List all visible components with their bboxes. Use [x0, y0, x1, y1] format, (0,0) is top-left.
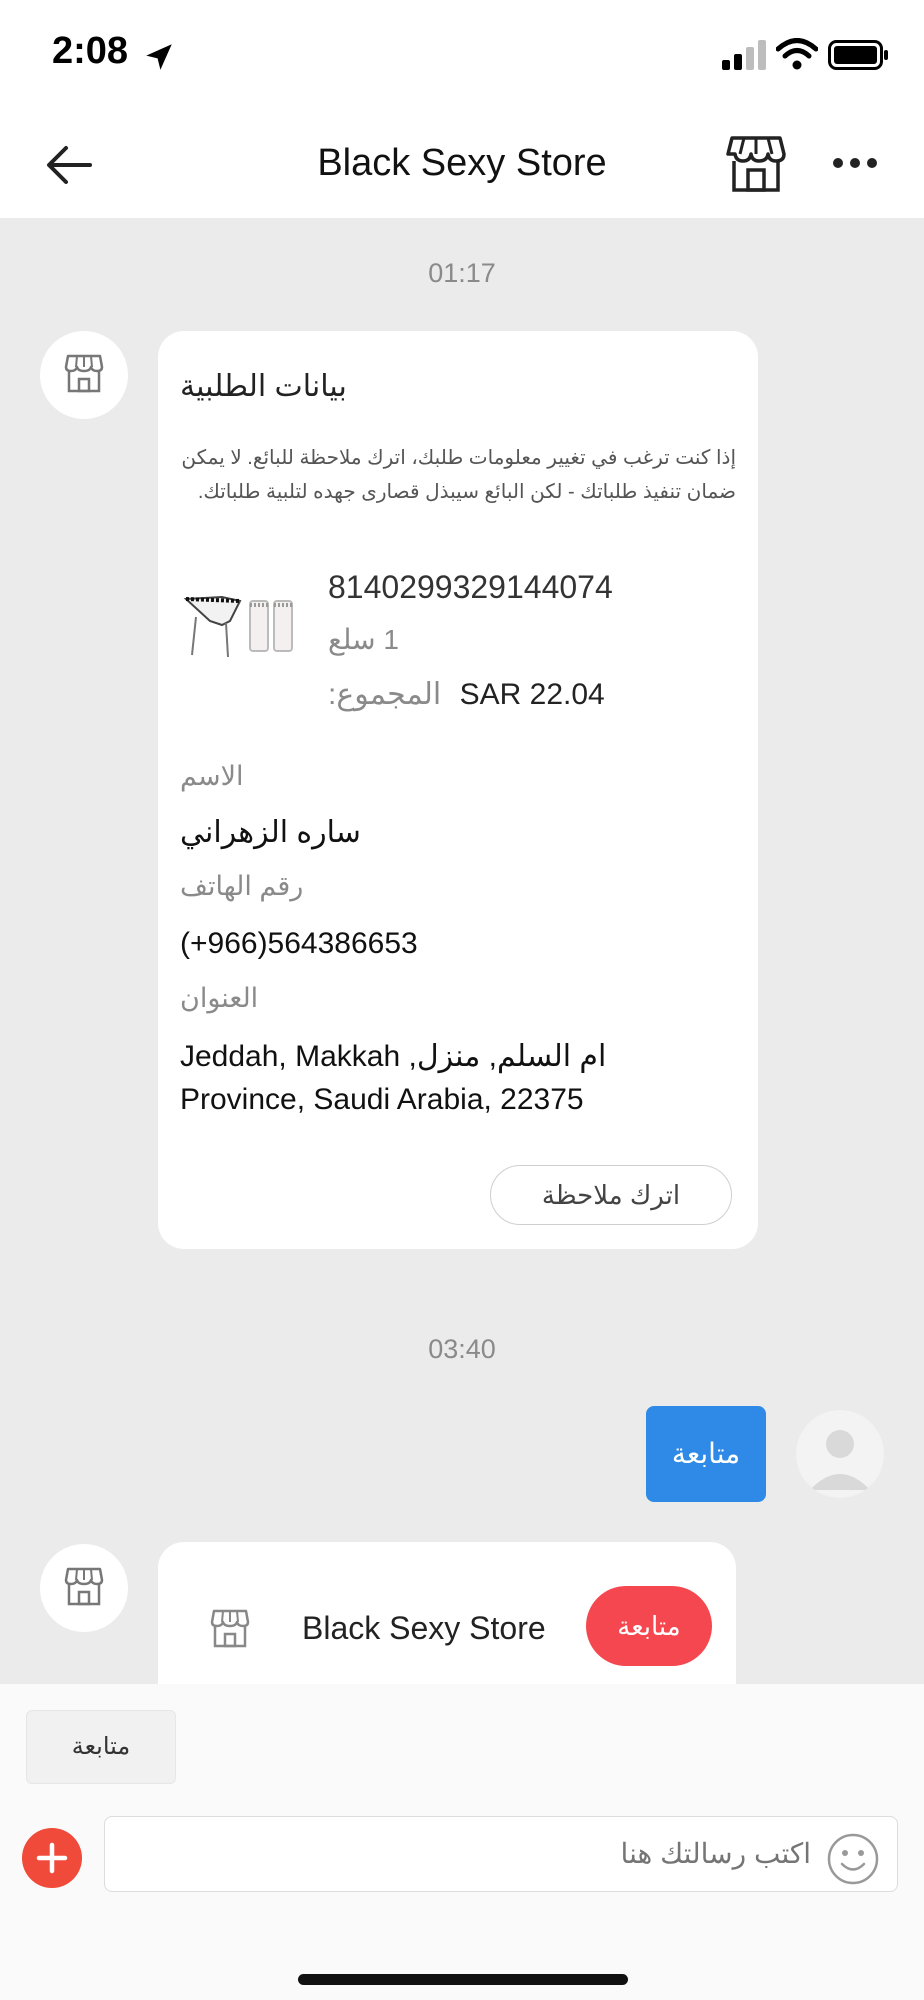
store-icon [210, 1609, 250, 1648]
store-icon [64, 354, 104, 393]
order-number: 8140299329144074 [328, 569, 613, 605]
status-bar: 2:08 [0, 0, 924, 110]
order-details-card: بيانات الطلبية إذا كنت ترغب في تغيير معل… [158, 331, 758, 1249]
follow-store-label: متابعة [617, 1611, 681, 1641]
chat-area[interactable]: 01:17 بيانات الطلبية إذا كنت ترغب في تغي… [0, 218, 924, 1684]
timestamp: 01:17 [428, 258, 496, 288]
product-thumbnail [183, 595, 293, 658]
address-line-2: Province, Saudi Arabia, 22375 [180, 1083, 584, 1116]
address-line-1: Jeddah, Makkah ,ام السلم, منزل [180, 1040, 607, 1073]
name-value: ساره الزهراني [180, 816, 361, 849]
phone-value: (+966)564386653 [180, 927, 418, 960]
plus-icon [36, 1842, 68, 1874]
order-notice-text: إذا كنت ترغب في تغيير معلومات طلبك، اترك… [181, 447, 736, 503]
emoji-icon[interactable] [826, 1832, 880, 1886]
message-composer [0, 1804, 924, 1916]
wifi-icon [776, 38, 818, 70]
store-icon[interactable] [726, 134, 786, 194]
store-name: Black Sexy Store [302, 1610, 546, 1646]
quick-reply-chip[interactable]: متابعة [26, 1710, 176, 1784]
home-indicator-area [0, 1916, 924, 2000]
order-total: المجموع: SAR 22.04 [328, 677, 605, 712]
store-icon [64, 1567, 104, 1606]
status-time: 2:08 [52, 30, 129, 72]
store-avatar[interactable] [40, 1544, 128, 1632]
order-total-label: المجموع: [328, 678, 442, 711]
timestamp: 03:40 [428, 1334, 496, 1364]
leave-note-label: اترك ملاحظة [541, 1180, 681, 1210]
order-quantity: 1 سلع [328, 624, 399, 655]
leave-note-button[interactable]: اترك ملاحظة [490, 1165, 732, 1225]
name-label: الاسم [180, 761, 244, 791]
quick-reply-bar: متابعة [0, 1684, 924, 1804]
order-card-title: بيانات الطلبية [180, 370, 347, 403]
chat-header: Black Sexy Store [0, 110, 924, 219]
quick-reply-label: متابعة [71, 1733, 131, 1760]
follow-store-button[interactable]: متابعة [586, 1586, 712, 1666]
more-icon[interactable] [832, 156, 878, 170]
signal-icon [722, 40, 766, 70]
home-indicator[interactable] [298, 1974, 628, 1985]
user-avatar[interactable] [796, 1410, 884, 1498]
battery-icon [828, 40, 888, 70]
user-message-bubble[interactable]: متابعة [646, 1406, 766, 1502]
user-avatar-icon [810, 1430, 870, 1490]
order-total-value: SAR 22.04 [459, 678, 605, 711]
phone-label: رقم الهاتف [180, 871, 304, 901]
location-arrow-icon [146, 44, 172, 70]
message-input[interactable] [104, 1816, 898, 1892]
address-label: العنوان [180, 983, 259, 1013]
store-avatar[interactable] [40, 331, 128, 419]
store-follow-card: Black Sexy Store متابعة [158, 1542, 736, 1684]
user-message-text: متابعة [671, 1438, 741, 1469]
add-attachment-button[interactable] [22, 1828, 82, 1888]
